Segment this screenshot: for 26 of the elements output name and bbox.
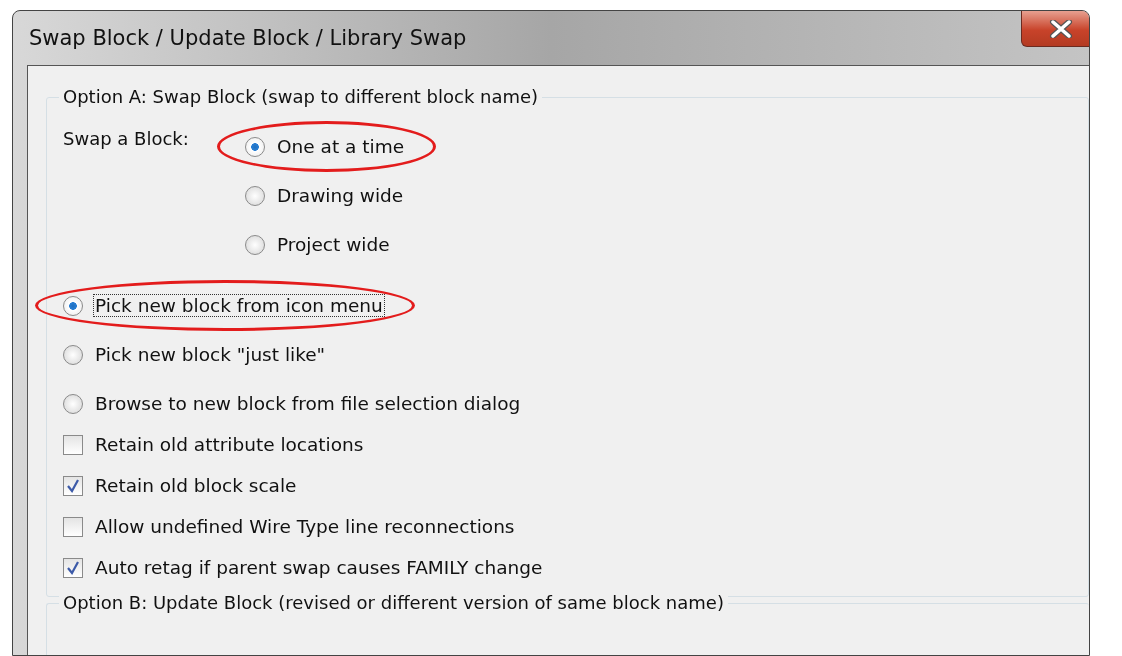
radio-label[interactable]: Browse to new block from file selection dialog [93, 392, 523, 415]
checkbox[interactable] [63, 557, 83, 578]
window-title: Swap Block / Update Block / Library Swap [28, 26, 467, 50]
checkbox-label[interactable]: Retain old attribute locations [93, 433, 366, 456]
checkbox[interactable] [63, 434, 83, 455]
radio-button[interactable] [63, 393, 83, 414]
radio-label[interactable]: Pick new block "just like" [93, 343, 328, 366]
checkbox-label[interactable]: Retain old block scale [93, 474, 299, 497]
radio-button[interactable] [63, 295, 83, 316]
close-button[interactable] [1021, 11, 1089, 47]
close-icon [1048, 19, 1074, 38]
radio-label[interactable]: Pick new block from icon menu [93, 294, 385, 317]
checkbox-label[interactable]: Auto retag if parent swap causes FAMILY change [93, 556, 545, 579]
group-legend: Option A: Swap Block (swap to different block name) [59, 86, 543, 107]
radio-button[interactable] [63, 344, 83, 365]
radio-button[interactable] [245, 185, 265, 206]
checkbox[interactable] [63, 475, 83, 496]
radio-button[interactable] [245, 234, 265, 255]
checkbox-label[interactable]: Allow undefined Wire Type line reconnections [93, 515, 517, 538]
radio-label[interactable]: Drawing wide [275, 184, 406, 207]
radio-label[interactable]: One at a time [275, 135, 407, 158]
field-label: Swap a Block: [63, 127, 190, 149]
checkbox[interactable] [63, 516, 83, 537]
radio-button[interactable] [245, 136, 265, 157]
group-legend: Option B: Update Block (revised or different version of same block name) [59, 592, 728, 613]
radio-label[interactable]: Project wide [275, 233, 392, 256]
